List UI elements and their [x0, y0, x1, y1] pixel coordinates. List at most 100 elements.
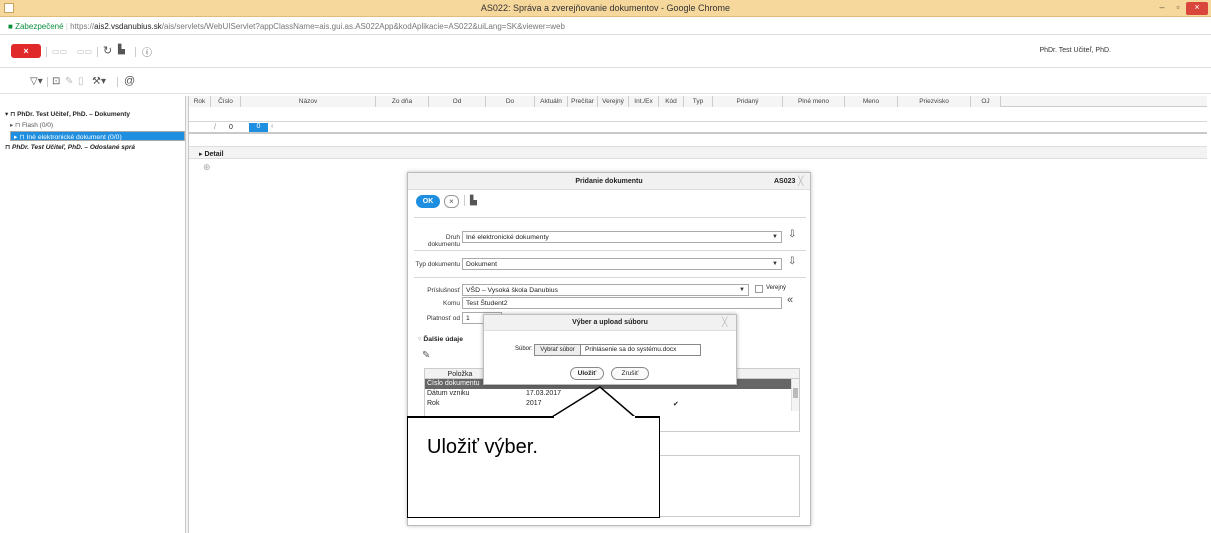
tree-item-ine-dokumenty[interactable]: ▸ ⊓ Iné elektronické dokument (0/0)	[10, 131, 185, 141]
chart-icon[interactable]: ▙	[464, 195, 477, 206]
pager-prev-icon[interactable]: ‹	[271, 123, 273, 130]
download-icon[interactable]: ⇩	[788, 256, 796, 267]
close-icon[interactable]: ╳	[722, 317, 727, 328]
window-title: AS022: Správa a zverejňovanie dokumentov…	[480, 3, 731, 13]
typ-label: Typ dokumentu	[415, 261, 460, 268]
divider	[117, 77, 118, 87]
tree-item-label: Flash (0/0)	[21, 122, 54, 129]
komu-input[interactable]: Test Študent2	[462, 297, 782, 309]
url-scheme: https://	[70, 22, 95, 31]
col-verejny[interactable]: Verejný	[598, 96, 629, 107]
detail-header[interactable]: ▸ Detail	[189, 146, 1207, 159]
callout-box: Uložiť výber.	[407, 416, 660, 518]
pager-total: 0	[229, 124, 233, 131]
filter-icon[interactable]: ▽▾	[30, 76, 43, 87]
col-cislo[interactable]: Číslo	[211, 96, 241, 107]
table-scrollbar[interactable]	[791, 379, 799, 411]
double-chevron-left-icon[interactable]: «	[787, 294, 793, 306]
file-label: Súbor:	[515, 346, 533, 352]
divider	[135, 47, 136, 57]
file-input[interactable]: Vybrať súbor Prihlásenie sa do systému.d…	[534, 344, 701, 356]
verejny-checkbox[interactable]	[755, 285, 763, 293]
cancel-button[interactable]: Zrušiť	[611, 367, 649, 380]
refresh-icon[interactable]: ↻	[103, 44, 112, 57]
dropdown-icon: ▼	[772, 234, 778, 240]
dialog-close-icon[interactable]: ╳	[798, 173, 803, 190]
minimize-button[interactable]: –	[1155, 2, 1169, 15]
col-oj[interactable]: OJ	[971, 96, 1001, 107]
download-icon[interactable]: ⇩	[788, 229, 796, 240]
typ-select[interactable]: Dokument ▼	[462, 258, 782, 270]
dialog-title: Pridanie dokumentu	[575, 178, 643, 185]
platnost-value: 1	[466, 315, 470, 322]
chart-icon[interactable]: ▙	[118, 44, 125, 55]
caret-right-icon: ▸	[10, 122, 14, 129]
window-title-bar: AS022: Správa a zverejňovanie dokumentov…	[0, 0, 1211, 17]
col-do[interactable]: Do	[486, 96, 535, 107]
info-icon[interactable]: ⓘ	[142, 44, 152, 59]
divider	[414, 217, 806, 218]
folder-icon: ⊓	[19, 134, 25, 141]
col-nazov[interactable]: Názov	[241, 96, 376, 107]
druh-label: Druh dokumentu	[427, 234, 460, 248]
tree-item-dokumenty[interactable]: ▾ ⊓ PhDr. Test Učiteľ, PhD. – Dokumenty	[5, 110, 185, 118]
callout-text: Uložiť výber.	[427, 436, 538, 458]
upload-dialog: Výber a upload súboru ╳ Súbor: Vybrať sú…	[483, 314, 737, 385]
pager-slash: /	[214, 124, 216, 131]
col-typ[interactable]: Typ	[684, 96, 713, 107]
at-icon[interactable]: @	[124, 75, 135, 87]
dalsie-udaje-header[interactable]: ▿ Ďalšie údaje	[418, 335, 463, 343]
tree-item-odoslane[interactable]: ⊓ PhDr. Test Učiteľ, PhD. – Odoslané spr…	[5, 143, 185, 151]
folder-icon: ⊓	[5, 144, 11, 151]
col-pridany[interactable]: Pridaný	[713, 96, 783, 107]
divider	[47, 77, 48, 87]
prislusnost-value: VŠD – Vysoká škola Danubius	[466, 287, 558, 294]
maximize-button[interactable]: ▫	[1171, 2, 1185, 15]
pencil-icon[interactable]: ✎	[422, 350, 430, 361]
edit-icon: ✎	[65, 76, 74, 87]
col-plne-meno[interactable]: Plné meno	[783, 96, 845, 107]
callout-border	[408, 416, 554, 418]
upload-dialog-header: Výber a upload súboru ╳	[484, 315, 736, 331]
dialog-header: Pridanie dokumentu AS023 ╳	[408, 173, 810, 190]
col-zo-dna[interactable]: Zo dňa	[376, 96, 429, 107]
callout-border	[635, 416, 659, 418]
pager-current[interactable]: 0	[249, 123, 268, 132]
divider	[414, 277, 806, 278]
druh-select[interactable]: Iné elektronické dokumenty ▼	[462, 231, 782, 243]
druh-value: Iné elektronické dokumenty	[466, 234, 549, 241]
url-domain: ais2.vsdanubius.sk	[94, 22, 162, 31]
save-button[interactable]: Uložiť	[570, 367, 604, 380]
lock-icon: ■	[8, 22, 13, 31]
window-close-button[interactable]: ×	[1186, 2, 1208, 15]
row-key: Rok	[427, 400, 440, 407]
cancel-icon-button[interactable]: ×	[444, 195, 459, 208]
tree-panel: ▾ ⊓ PhDr. Test Učiteľ, PhD. – Dokumenty …	[5, 96, 185, 533]
tools-icon[interactable]: ⚒▾	[92, 76, 106, 87]
ok-button[interactable]: OK	[416, 195, 440, 208]
col-aktualny[interactable]: Aktuáln	[535, 96, 568, 107]
col-kod[interactable]: Kód	[659, 96, 684, 107]
col-priezvisko[interactable]: Priezvisko	[898, 96, 971, 107]
row-key: Dátum vzniku	[427, 390, 470, 397]
security-label: Zabezpečené	[15, 22, 64, 31]
dalsie-udaje-label: Ďalšie údaje	[423, 336, 463, 343]
upload-dialog-title: Výber a upload súboru	[572, 319, 648, 326]
app-close-button[interactable]: ×	[11, 44, 41, 58]
new-document-icon[interactable]: ⊡	[52, 76, 60, 87]
zoom-icon: ⊕	[203, 162, 211, 172]
choose-file-button[interactable]: Vybrať súbor	[535, 345, 581, 355]
col-rok[interactable]: Rok	[189, 96, 211, 107]
col-int-ex[interactable]: Int./Ex	[629, 96, 659, 107]
col-meno[interactable]: Meno	[845, 96, 898, 107]
address-bar[interactable]: ■ Zabezpečené | https://ais2.vsdanubius.…	[0, 17, 1211, 35]
divider	[46, 47, 47, 57]
dropdown-icon: ▼	[739, 287, 745, 293]
prislusnost-select[interactable]: VŠD – Vysoká škola Danubius ▼	[462, 284, 749, 296]
col-precitany[interactable]: Prečítar	[568, 96, 598, 107]
folder-icon: ⊓	[10, 111, 16, 118]
scrollbar-thumb[interactable]	[793, 388, 798, 398]
tree-item-flash[interactable]: ▸ ⊓ Flash (0/0)	[10, 121, 185, 129]
file-name: Prihlásenie sa do systému.docx	[585, 346, 677, 353]
col-od[interactable]: Od	[429, 96, 486, 107]
